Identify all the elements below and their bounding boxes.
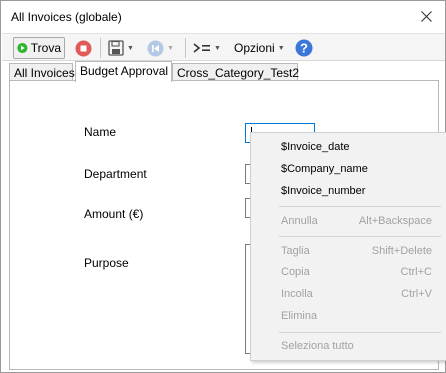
find-button-label: Trova	[30, 41, 61, 55]
menu-item-delete[interactable]: Elimina	[281, 310, 317, 322]
find-button[interactable]: Trova	[13, 37, 65, 59]
menu-separator	[279, 206, 441, 207]
toolbar-separator	[185, 38, 186, 58]
menu-separator	[279, 236, 441, 237]
tab-budget-approval[interactable]: Budget Approval	[75, 61, 172, 82]
toolbar-separator	[100, 38, 101, 58]
name-label: Name	[84, 125, 117, 139]
chevron-down-icon: ▼	[214, 44, 221, 52]
menu-item-select-all[interactable]: Seleziona tutto	[281, 340, 354, 352]
stop-icon	[75, 40, 92, 56]
paste-shortcut: Ctrl+V	[401, 288, 432, 300]
menu-item-copy[interactable]: Copia	[281, 266, 310, 278]
chevron-down-icon: ▼	[127, 44, 134, 52]
help-button[interactable]: ?	[295, 37, 313, 59]
save-button[interactable]: ▼	[108, 37, 134, 59]
help-icon: ?	[295, 39, 313, 57]
menu-item-undo[interactable]: Annulla	[281, 215, 318, 227]
chevron-down-icon: ▼	[277, 44, 285, 52]
title-bar: All Invoices (globale)	[1, 1, 445, 33]
menu-separator	[279, 332, 441, 333]
menu-item-invoice-number[interactable]: $Invoice_number	[281, 185, 365, 197]
chevron-down-icon: ▼	[167, 44, 174, 52]
purpose-label: Purpose	[84, 256, 129, 270]
statement-arrow-icon	[193, 43, 210, 53]
close-button[interactable]	[411, 3, 441, 29]
floppy-disk-icon	[108, 40, 124, 56]
stop-button[interactable]	[75, 37, 92, 59]
menu-item-invoice-date[interactable]: $Invoice_date	[281, 141, 350, 153]
department-label: Department	[84, 167, 147, 181]
menu-item-cut[interactable]: Taglia	[281, 245, 310, 257]
menu-item-company-name[interactable]: $Company_name	[281, 163, 368, 175]
copy-shortcut: Ctrl+C	[400, 266, 432, 278]
navigate-button[interactable]: ▼	[147, 37, 174, 59]
options-menu[interactable]: Opzioni ▼	[234, 37, 285, 59]
context-menu: $Invoice_date $Company_name $Invoice_num…	[250, 132, 446, 361]
rewind-icon	[147, 40, 164, 56]
close-icon	[420, 10, 432, 22]
statement-button[interactable]: ▼	[193, 37, 221, 59]
svg-text:?: ?	[300, 41, 308, 56]
menu-item-paste[interactable]: Incolla	[281, 288, 313, 300]
amount-label: Amount (€)	[84, 207, 144, 221]
undo-shortcut: Alt+Backspace	[358, 215, 432, 227]
options-menu-label: Opzioni	[234, 41, 275, 55]
tab-all-invoices[interactable]: All Invoices	[9, 63, 75, 81]
toolbar: Trova ▼ ▼ ▼ Opzioni ▼ ?	[2, 33, 445, 61]
window-title: All Invoices (globale)	[11, 10, 122, 24]
tab-cross-category[interactable]: Cross_Category_Test2	[172, 63, 299, 81]
dialog-window: All Invoices (globale) Trova ▼ ▼ ▼ Opzio…	[0, 0, 446, 373]
cut-shortcut: Shift+Delete	[371, 245, 432, 257]
play-icon	[17, 42, 28, 54]
